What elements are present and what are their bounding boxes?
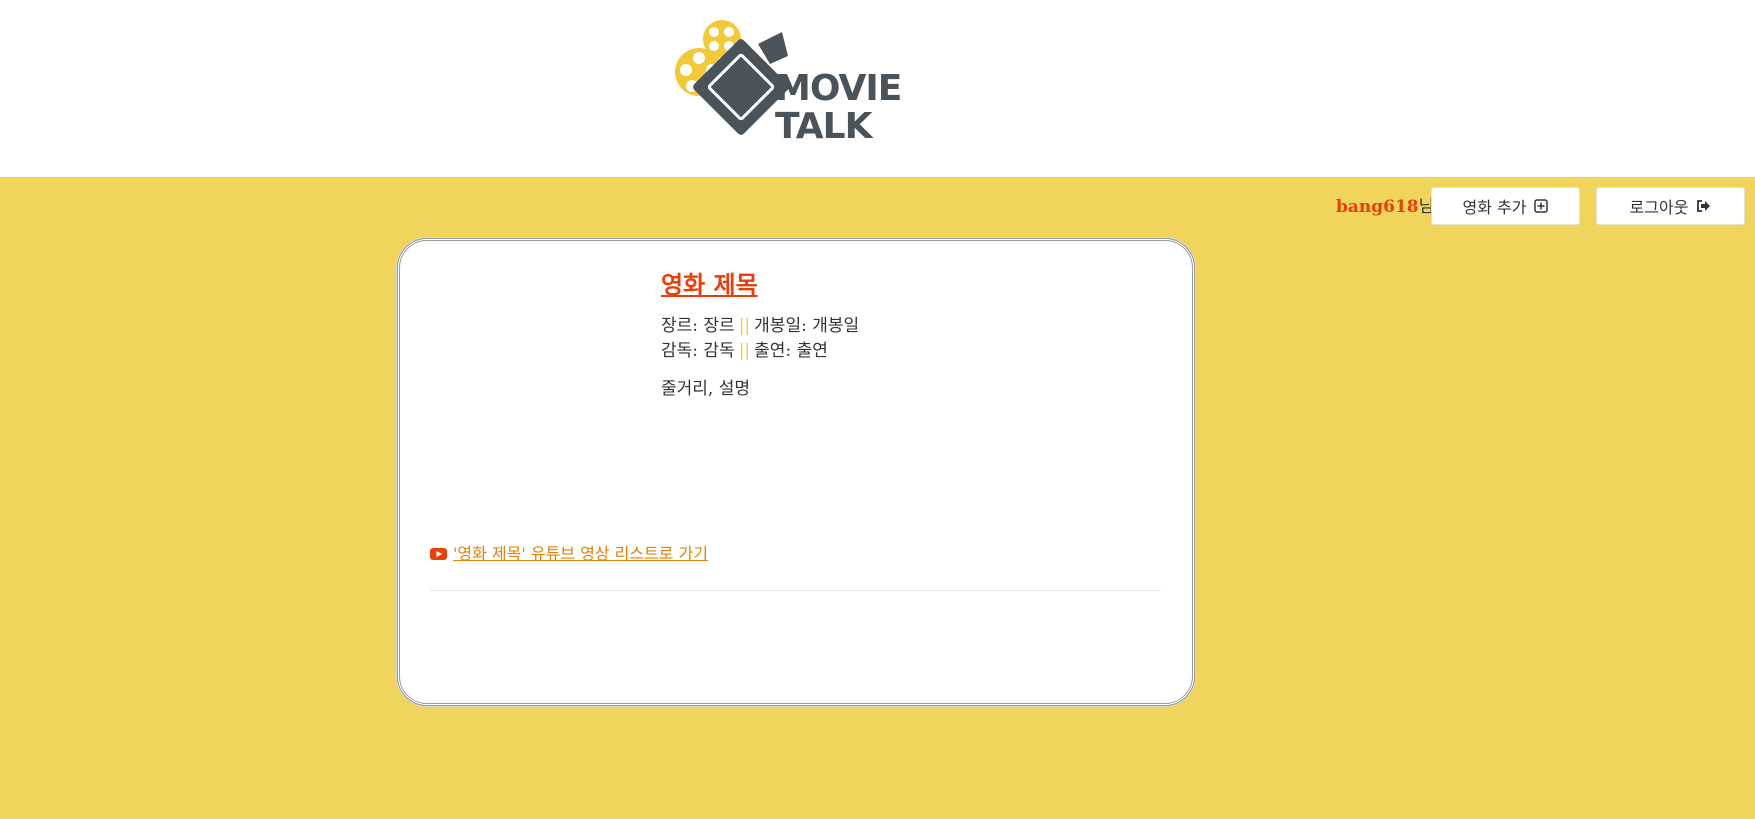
divider <box>430 590 1161 591</box>
user-greeting: bang618님 <box>1336 196 1434 218</box>
add-movie-label: 영화 추가 <box>1462 198 1527 217</box>
genre-label: 장르: <box>661 316 699 336</box>
movie-card <box>397 238 1195 706</box>
cast-label: 출연: <box>754 341 792 361</box>
movie-plot: 줄거리, 설명 <box>661 379 751 399</box>
director-value: 감독 <box>703 341 735 361</box>
logout-label: 로그아웃 <box>1629 198 1689 217</box>
genre-value: 장르 <box>703 316 735 336</box>
movie-meta-row-1: 장르: 장르 || 개봉일: 개봉일 <box>661 315 859 337</box>
plus-square-icon <box>1534 199 1549 213</box>
youtube-link-row[interactable]: '영화 제목' 유튜브 영상 리스트로 가기 <box>430 543 708 565</box>
release-value: 개봉일 <box>812 316 860 336</box>
logo-line-1: MOVIE <box>775 68 902 109</box>
director-label: 감독: <box>661 341 699 361</box>
sign-out-icon <box>1696 199 1711 213</box>
movie-meta-row-2: 감독: 감독 || 출연: 출연 <box>661 340 828 362</box>
youtube-icon <box>430 545 447 564</box>
logout-button[interactable]: 로그아웃 <box>1596 187 1745 225</box>
logo-line-2: TALK <box>775 106 872 147</box>
youtube-list-link[interactable]: '영화 제목' 유튜브 영상 리스트로 가기 <box>453 543 708 565</box>
add-movie-button[interactable]: 영화 추가 <box>1431 187 1580 225</box>
cast-value: 출연 <box>796 341 828 361</box>
logo-text[interactable]: MOVIE TALK <box>775 68 902 147</box>
username: bang618 <box>1336 197 1419 217</box>
movie-title[interactable]: 영화 제목 <box>661 270 758 300</box>
meta-separator: || <box>738 316 751 336</box>
meta-separator: || <box>738 341 751 361</box>
release-label: 개봉일: <box>754 316 807 336</box>
